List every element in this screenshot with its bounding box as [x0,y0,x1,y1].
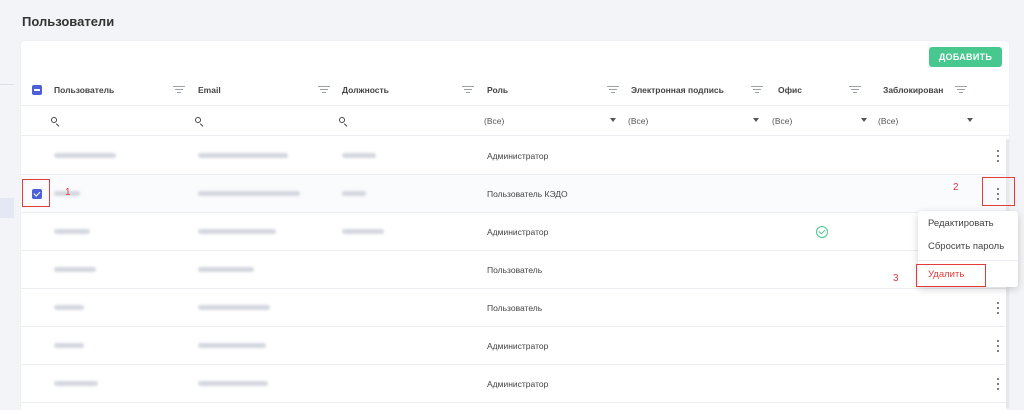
kebab-icon[interactable] [993,301,1003,315]
annotation-box-kebab [982,177,1015,206]
filter-row: (Все) (Все) (Все) (Все) [21,106,1009,136]
menu-divider [918,260,1018,261]
annotation-box-delete [916,264,986,287]
position-redacted [342,229,384,234]
user-name-redacted [54,229,90,234]
table-row[interactable]: Пользователь [21,289,1009,327]
role-cell: Пользователь КЭДО [487,189,568,199]
annotation-box-checkbox [22,179,50,207]
role-cell: Пользователь [487,303,543,313]
user-name-redacted [54,153,116,158]
table-row[interactable]: Администратор [21,365,1009,403]
caret-down-icon[interactable] [861,118,867,122]
search-icon[interactable] [339,117,348,127]
table-row[interactable]: Пользователь КЭДО [21,175,1009,213]
filter-icon[interactable] [955,85,967,95]
menu-item-reset-password[interactable]: Сбросить пароль [918,235,1018,257]
role-cell: Пользователь [487,265,543,275]
column-header-signature[interactable]: Электронная подпись [631,74,724,106]
position-redacted [342,153,376,158]
filter-icon[interactable] [751,85,763,95]
column-header-blocked[interactable]: Заблокирован [883,74,943,106]
sidebar-active-marker [0,198,14,218]
email-redacted [198,191,300,196]
table-row[interactable]: Администратор [21,213,1009,251]
check-circle-icon [816,226,828,238]
caret-down-icon[interactable] [610,118,616,122]
user-name-redacted [54,343,84,348]
annotation-number: 1 [65,187,71,198]
annotation-number: 3 [893,273,899,284]
column-header-office[interactable]: Офис [778,74,802,106]
column-header-user[interactable]: Пользователь [54,74,114,106]
filter-icon[interactable] [173,85,185,95]
email-redacted [198,229,276,234]
role-cell: Администратор [487,379,549,389]
role-cell: Администратор [487,227,549,237]
kebab-icon[interactable] [993,149,1003,163]
sidebar-divider [0,84,14,85]
users-table-card: ДОБАВИТЬ Пользователь Email Должность Ро… [21,41,1009,410]
menu-item-edit[interactable]: Редактировать [918,212,1018,234]
user-name-redacted [54,305,84,310]
user-name-redacted [54,267,96,272]
table-header: Пользователь Email Должность Роль Электр… [21,74,1009,106]
column-header-email[interactable]: Email [198,74,221,106]
kebab-icon[interactable] [993,377,1003,391]
email-redacted [198,305,270,310]
filter-icon[interactable] [462,85,474,95]
filter-icon[interactable] [607,85,619,95]
caret-down-icon[interactable] [753,118,759,122]
select-all-checkbox[interactable] [32,85,42,95]
page-title: Пользователи [22,14,115,29]
caret-down-icon[interactable] [967,118,973,122]
user-name-redacted [54,381,98,386]
role-cell: Администратор [487,341,549,351]
office-filter-select[interactable]: (Все) [772,111,792,131]
filter-icon[interactable] [318,85,330,95]
table-row[interactable]: Администратор [21,137,1009,175]
blocked-filter-select[interactable]: (Все) [878,111,898,131]
search-icon[interactable] [51,117,60,127]
email-redacted [198,267,254,272]
signature-filter-select[interactable]: (Все) [628,111,648,131]
kebab-icon[interactable] [993,339,1003,353]
table-row[interactable]: Пользователь [21,251,1009,289]
column-header-position[interactable]: Должность [342,74,389,106]
filter-icon[interactable] [849,85,861,95]
role-filter-select[interactable]: (Все) [484,111,504,131]
email-redacted [198,381,268,386]
email-redacted [198,343,266,348]
annotation-number: 2 [953,182,959,193]
role-cell: Администратор [487,151,549,161]
column-header-role[interactable]: Роль [487,74,508,106]
email-redacted [198,153,288,158]
table-row[interactable]: Администратор [21,327,1009,365]
search-icon[interactable] [195,117,204,127]
position-redacted [342,191,366,196]
add-user-button[interactable]: ДОБАВИТЬ [929,47,1002,67]
